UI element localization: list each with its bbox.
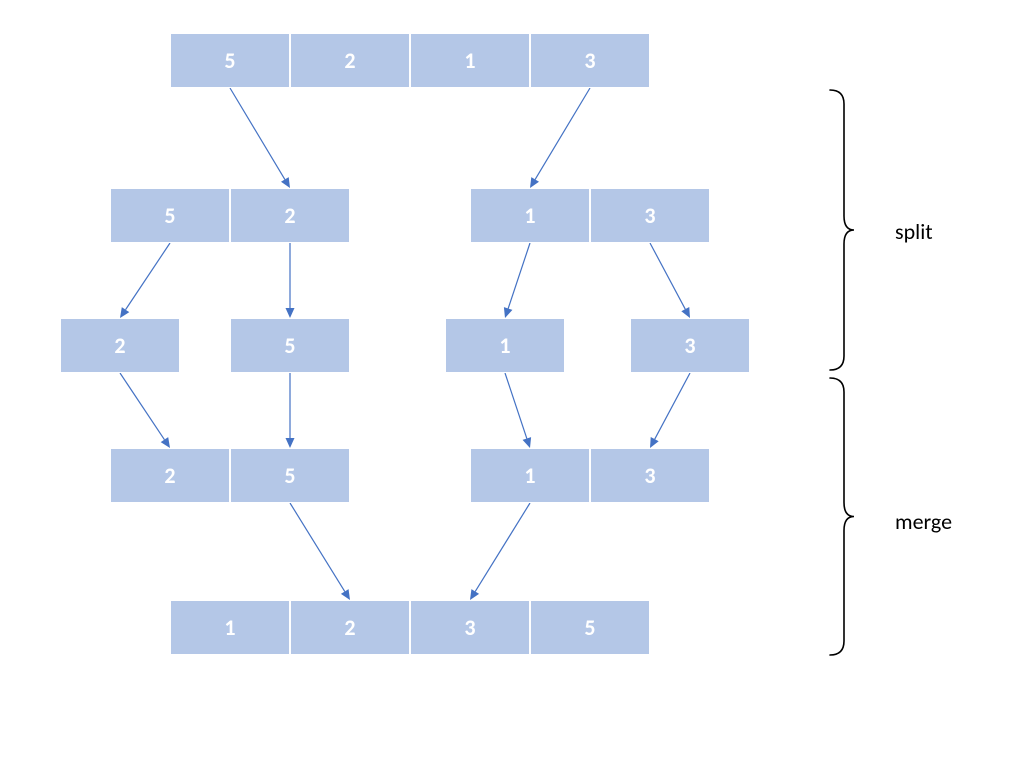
brace-1 <box>830 378 854 655</box>
cell-l0.0.0: 5 <box>170 33 290 88</box>
phase-label-split: split <box>895 218 933 245</box>
arrow-head-1 <box>281 177 290 188</box>
cell-l0.0.1: 2 <box>290 33 410 88</box>
cell-l4.0.2: 3 <box>410 600 530 655</box>
arrow-head-6 <box>161 437 170 448</box>
arrow-head-10 <box>341 589 350 600</box>
arrow-1 <box>230 88 285 179</box>
cell-l3.1.0: 1 <box>470 448 590 503</box>
cell-l4.0.3: 5 <box>530 600 650 655</box>
cell-l2.0.0: 2 <box>60 318 180 373</box>
cell-l0.0.2: 1 <box>410 33 530 88</box>
brace-0 <box>830 90 854 370</box>
arrow-10 <box>290 503 345 591</box>
arrow-0 <box>535 88 590 179</box>
arrow-head-2 <box>120 307 129 318</box>
cell-l1.1.1: 3 <box>590 188 710 243</box>
arrow-head-4 <box>504 307 513 318</box>
arrow-2 <box>126 243 170 310</box>
arrow-head-0 <box>530 177 539 188</box>
arrow-8 <box>505 373 527 439</box>
cell-l1.1.0: 1 <box>470 188 590 243</box>
cell-l4.0.1: 2 <box>290 600 410 655</box>
arrow-6 <box>120 373 164 440</box>
cell-l2.3.0: 3 <box>630 318 750 373</box>
arrow-4 <box>508 243 530 309</box>
cell-l2.1.0: 5 <box>230 318 350 373</box>
mergesort-diagram: 52135213251325131235splitmerge <box>0 0 1024 762</box>
phase-label-merge: merge <box>895 508 952 535</box>
cell-l1.0.1: 2 <box>230 188 350 243</box>
arrow-head-9 <box>650 437 659 448</box>
cell-l3.1.1: 3 <box>590 448 710 503</box>
arrow-head-3 <box>286 308 295 318</box>
cell-l0.0.3: 3 <box>530 33 650 88</box>
arrow-head-11 <box>470 589 479 600</box>
arrow-9 <box>655 373 690 439</box>
arrow-5 <box>650 243 685 309</box>
arrow-head-5 <box>681 307 690 318</box>
cell-l2.2.0: 1 <box>445 318 565 373</box>
cell-l3.0.0: 2 <box>110 448 230 503</box>
cell-l4.0.0: 1 <box>170 600 290 655</box>
arrow-head-7 <box>286 438 295 448</box>
cell-l1.0.0: 5 <box>110 188 230 243</box>
arrow-11 <box>475 503 530 591</box>
arrow-head-8 <box>523 437 532 448</box>
cell-l3.0.1: 5 <box>230 448 350 503</box>
